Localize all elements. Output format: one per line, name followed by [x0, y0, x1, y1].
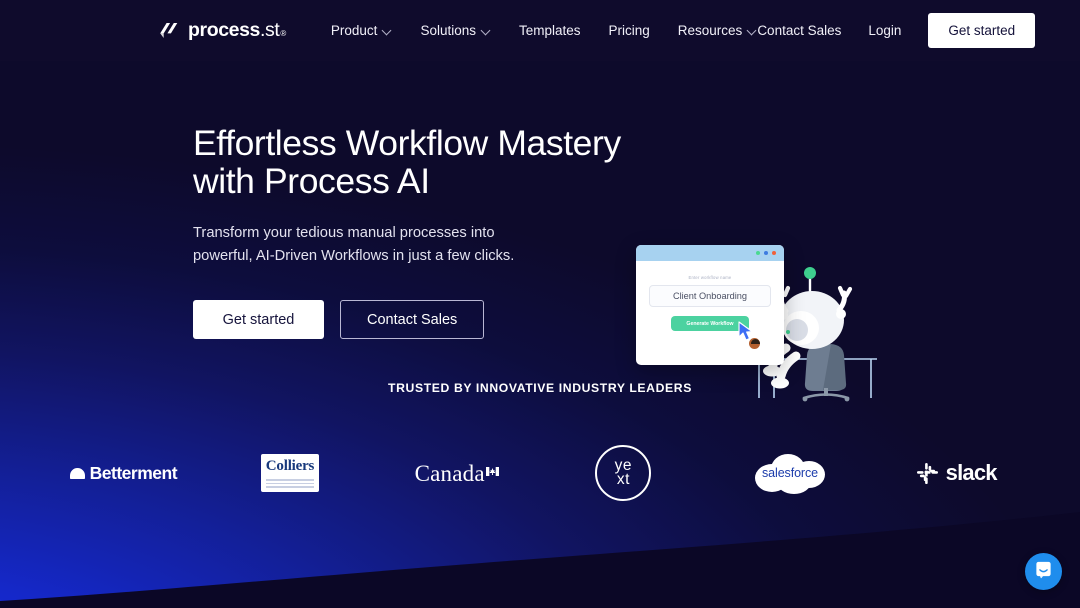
brand-logo[interactable]: process. st ®	[158, 19, 286, 42]
hero-contact-sales-button[interactable]: Contact Sales	[340, 300, 485, 340]
chat-bubble-icon	[1034, 560, 1053, 584]
hero-section: Effortless Workflow Mastery with Process…	[0, 61, 1080, 402]
slack-logo: slack	[873, 442, 1040, 504]
intercom-chat-launcher[interactable]	[1025, 553, 1062, 590]
nav-label: Resources	[677, 23, 743, 38]
brand-trademark: ®	[280, 29, 286, 38]
hero-title: Effortless Workflow Mastery with Process…	[193, 123, 621, 202]
workflow-name-label: Enter workflow name	[688, 275, 732, 280]
hero-copy: Effortless Workflow Mastery with Process…	[193, 61, 623, 340]
card-titlebar	[636, 245, 784, 261]
salesforce-logo: salesforce	[707, 442, 874, 504]
trusted-by-heading: TRUSTED BY INNOVATIVE INDUSTRY LEADERS	[388, 381, 692, 396]
betterment-dome-icon	[69, 467, 85, 479]
workflow-name-input[interactable]: Client Onboarding	[649, 285, 771, 307]
nav-item-solutions[interactable]: Solutions	[420, 23, 491, 38]
slack-label: slack	[945, 460, 998, 486]
canada-flag-icon	[485, 463, 499, 476]
hero-get-started-button[interactable]: Get started	[193, 300, 324, 340]
primary-navigation: Product Solutions Templates Pricing Reso…	[331, 23, 757, 38]
chevron-down-icon	[482, 26, 491, 35]
canada-label: Canada	[414, 460, 485, 486]
hero-cta-group: Get started Contact Sales	[193, 300, 623, 340]
traffic-light-red-icon	[772, 251, 776, 255]
hero-subtitle: Transform your tedious manual processes …	[193, 224, 515, 265]
get-started-button[interactable]: Get started	[928, 13, 1036, 48]
process-st-logo-icon	[158, 20, 179, 41]
colliers-rules-icon	[266, 479, 314, 490]
nav-label: Product	[330, 23, 378, 38]
yext-label-line2: xt	[616, 471, 630, 489]
brand-wordmark: process. st ®	[188, 19, 286, 42]
nav-item-templates[interactable]: Templates	[519, 23, 581, 38]
nav-item-pricing[interactable]: Pricing	[609, 23, 650, 38]
nav-item-product[interactable]: Product	[331, 23, 393, 38]
traffic-light-blue-icon	[764, 251, 768, 255]
nav-label: Solutions	[420, 23, 476, 38]
betterment-label: Betterment	[89, 462, 178, 483]
background-wave-shape	[0, 488, 1080, 608]
trusted-by-section: TRUSTED BY INNOVATIVE INDUSTRY LEADERS B…	[0, 381, 1080, 504]
client-logo-row: Betterment Colliers Canada ye xt salesfo…	[0, 442, 1080, 504]
workflow-builder-card: Enter workflow name Client Onboarding Ge…	[636, 245, 784, 365]
site-header: process. st ® Product Solutions Templates …	[0, 0, 1080, 61]
header-actions: Contact Sales Login Get started	[757, 13, 1036, 48]
colliers-label: Colliers	[265, 458, 315, 475]
colliers-logo: Colliers	[207, 442, 374, 504]
slack-mark-icon	[916, 462, 938, 484]
nav-label: Pricing	[608, 23, 650, 38]
canada-logo: Canada	[373, 442, 540, 504]
contact-sales-link[interactable]: Contact Sales	[757, 23, 841, 38]
chevron-down-icon	[383, 26, 392, 35]
login-link[interactable]: Login	[868, 23, 901, 38]
traffic-light-green-icon	[756, 251, 760, 255]
betterment-logo: Betterment	[40, 442, 207, 504]
brand-name-bold: process	[188, 19, 260, 41]
brand-name-light: st	[265, 19, 280, 41]
nav-label: Templates	[518, 23, 581, 38]
user-avatar-icon	[748, 337, 761, 350]
salesforce-label: salesforce	[762, 465, 818, 480]
chevron-down-icon	[748, 26, 757, 35]
nav-item-resources[interactable]: Resources	[678, 23, 758, 38]
yext-logo: ye xt	[540, 442, 707, 504]
